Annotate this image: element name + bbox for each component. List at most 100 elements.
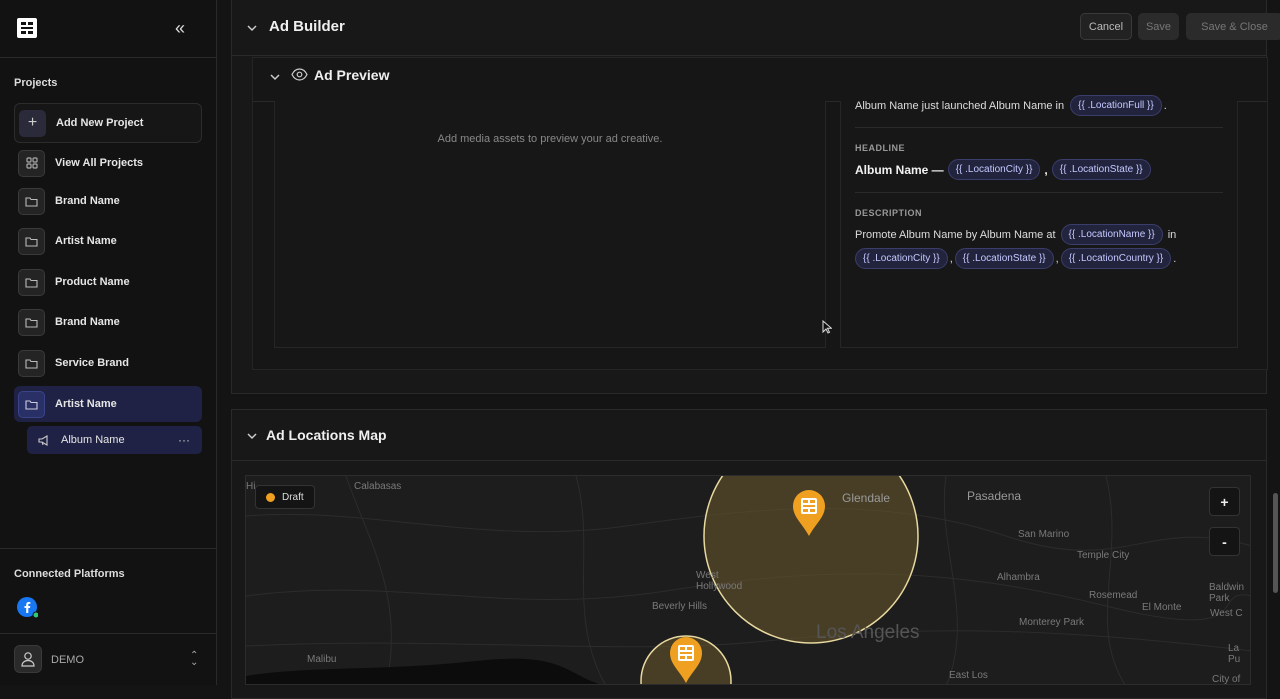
zoom-out-button[interactable]: - [1209,527,1240,556]
folder-icon [18,187,45,215]
ad-locations-map-title: Ad Locations Map [266,427,387,443]
eye-icon [291,68,308,81]
divider [855,192,1223,193]
chevron-updown-icon[interactable]: ⌃ ⌄ [190,651,198,668]
mouse-cursor-icon [822,320,832,334]
headline-label: HEADLINE [855,143,906,153]
ad-preview-title: Ad Preview [314,67,390,83]
sidebar-subitem-campaign[interactable]: Album Name ··· [27,426,202,454]
variable-tag[interactable]: {{ .LocationState }} [954,248,1054,269]
campaign-label: Album Name [61,434,125,446]
map-label: San Marino [1018,529,1070,540]
map-label: Baldwin Park [1209,582,1245,604]
variable-tag[interactable]: {{ .LocationName }} [1060,224,1163,245]
map-label: Monterey Park [1019,617,1085,628]
view-all-projects-button[interactable]: View All Projects [14,145,202,181]
map-label: Pasadena [967,489,1022,503]
folder-icon [18,349,45,377]
folder-icon [18,268,45,296]
status-badge: Draft [255,485,315,509]
chevron-down-icon[interactable] [246,22,258,34]
headline-text: Album Name — [855,162,944,177]
save-and-close-button[interactable]: Save & Close [1186,13,1280,40]
map-label: West Hollywood [696,570,743,592]
chevron-down-icon[interactable] [246,430,258,442]
sidebar-item-project-active[interactable]: Artist Name [14,386,202,422]
sidebar-item-project[interactable]: Brand Name [14,183,202,219]
punctuation: . [1163,99,1167,112]
more-options-icon[interactable]: ··· [178,433,190,447]
variable-tag[interactable]: {{ .LocationCity }} [947,159,1041,180]
description-text: Promote Album Name by Album Name at [855,228,1056,241]
location-pin-icon[interactable] [669,636,703,684]
variable-tag[interactable]: {{ .LocationFull }} [1070,95,1162,116]
folder-icon [18,390,45,418]
sidebar-divider [0,57,217,58]
sidebar-item-project[interactable]: Artist Name [14,223,202,259]
scrollbar[interactable] [1273,493,1278,593]
chevron-down-icon[interactable] [269,71,281,83]
primary-text-row: Album Name just launched Album Name in {… [855,95,1167,116]
variable-tag[interactable]: {{ .LocationState }} [1051,159,1151,180]
map-label: Calabasas [354,481,402,492]
divider [855,127,1223,128]
sidebar-item-project[interactable]: Service Brand [14,345,202,381]
folder-icon [18,308,45,336]
collapse-sidebar-icon[interactable]: « [175,19,193,37]
user-name: DEMO [51,654,84,666]
locations-map[interactable]: Hi Calabasas Glendale Pasadena San Marin… [245,475,1251,685]
add-new-project-label: Add New Project [56,117,144,129]
description-row-2: {{ .LocationCity }} , {{ .LocationState … [855,248,1176,269]
sidebar-item-project[interactable]: Product Name [14,264,202,300]
variable-tag[interactable]: {{ .LocationCountry }} [1060,248,1172,269]
map-label: East Los [949,670,988,681]
divider [232,55,1266,56]
sidebar-divider [0,633,217,634]
map-label: El Monte [1142,602,1182,613]
sidebar-divider [0,548,217,549]
status-label: Draft [282,491,304,503]
punctuation: , [949,252,953,265]
headline-row: Album Name — {{ .LocationCity }} , {{ .L… [855,159,1153,180]
description-in: in [1167,228,1177,241]
ad-builder-title: Ad Builder [269,18,345,35]
map-label: Rosemead [1089,590,1138,601]
status-dot [266,492,275,502]
app-logo-icon[interactable] [17,18,37,38]
zoom-in-button[interactable]: + [1209,487,1240,516]
project-label: Brand Name [55,316,120,328]
map-label: Alhambra [997,572,1040,583]
megaphone-icon [38,434,48,446]
variable-tag[interactable]: {{ .LocationCity }} [855,248,948,269]
project-label: Brand Name [55,195,120,207]
ad-builder-panel: Ad Builder Cancel Save Save & Close Ad P… [231,0,1280,394]
primary-text: Album Name just launched Album Name in [855,99,1065,112]
punctuation: . [1173,252,1177,265]
add-new-project-button[interactable]: + Add New Project [14,103,202,143]
media-empty-message: Add media assets to preview your ad crea… [437,133,663,145]
description-label: DESCRIPTION [855,208,923,218]
view-all-projects-label: View All Projects [55,157,144,169]
map-label: Glendale [842,491,891,505]
user-avatar[interactable] [14,645,42,673]
project-label: Artist Name [55,235,117,247]
sidebar-item-project[interactable]: Brand Name [14,304,202,340]
description-row-1: Promote Album Name by Album Name at {{ .… [855,224,1176,245]
user-icon [21,652,35,667]
map-label: La Pu [1228,643,1241,665]
save-button[interactable]: Save [1138,13,1179,40]
media-preview-area[interactable]: Add media assets to preview your ad crea… [274,101,826,348]
grid-icon [18,149,45,177]
location-pin-icon[interactable] [792,489,826,537]
punctuation: , [1055,252,1059,265]
map-label: West C [1210,608,1243,619]
map-roads [246,476,1250,684]
main-content: Ad Builder Cancel Save Save & Close Ad P… [217,0,1280,699]
connected-platforms-heading: Connected Platforms [14,568,125,580]
cancel-button[interactable]: Cancel [1080,13,1132,40]
facebook-icon[interactable] [16,596,38,618]
projects-heading: Projects [14,77,58,89]
map-label: Los Angeles [816,622,920,643]
ad-copy-preview: Album Name just launched Album Name in {… [840,95,1238,348]
project-label: Service Brand [55,357,129,369]
